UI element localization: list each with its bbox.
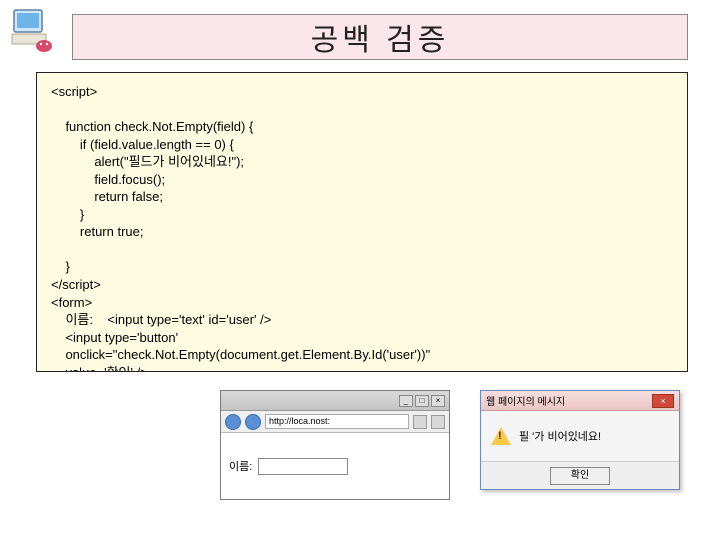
computer-icon: [8, 6, 56, 54]
browser-toolbar: http://loca.nost:: [221, 411, 449, 433]
slide-title: 공백 검증: [311, 15, 450, 59]
slide: 공백 검증 <script> function check.Not.Empty(…: [0, 0, 720, 540]
name-label: 이름:: [229, 458, 252, 474]
forward-icon[interactable]: [245, 414, 261, 430]
maximize-button[interactable]: □: [415, 395, 429, 407]
title-bar: 공백 검증: [72, 14, 688, 60]
alert-titlebar: 웹 페이지의 메시지 ×: [481, 391, 679, 411]
name-input[interactable]: [258, 458, 348, 475]
alert-close-button[interactable]: ×: [652, 394, 674, 408]
alert-dialog: 웹 페이지의 메시지 × 필 '가 비어있네요! 확인: [480, 390, 680, 490]
close-button[interactable]: ×: [431, 395, 445, 407]
address-bar[interactable]: http://loca.nost:: [265, 414, 409, 429]
warning-icon: [491, 427, 511, 445]
browser-titlebar: _ □ ×: [221, 391, 449, 411]
alert-message: 필 '가 비어있네요!: [519, 428, 601, 444]
minimize-button[interactable]: _: [399, 395, 413, 407]
browser-body: 이름:: [221, 433, 449, 499]
alert-footer: 확인: [481, 461, 679, 489]
refresh-icon[interactable]: [413, 415, 427, 429]
browser-window: _ □ × http://loca.nost: 이름:: [220, 390, 450, 500]
code-block: <script> function check.Not.Empty(field)…: [36, 72, 688, 372]
screenshots-row: _ □ × http://loca.nost: 이름: 웹 페이지의 메시지 ×: [220, 390, 700, 520]
home-icon[interactable]: [431, 415, 445, 429]
alert-body: 필 '가 비어있네요!: [481, 411, 679, 461]
alert-ok-button[interactable]: 확인: [550, 467, 610, 485]
back-icon[interactable]: [225, 414, 241, 430]
alert-title-text: 웹 페이지의 메시지: [486, 393, 565, 408]
